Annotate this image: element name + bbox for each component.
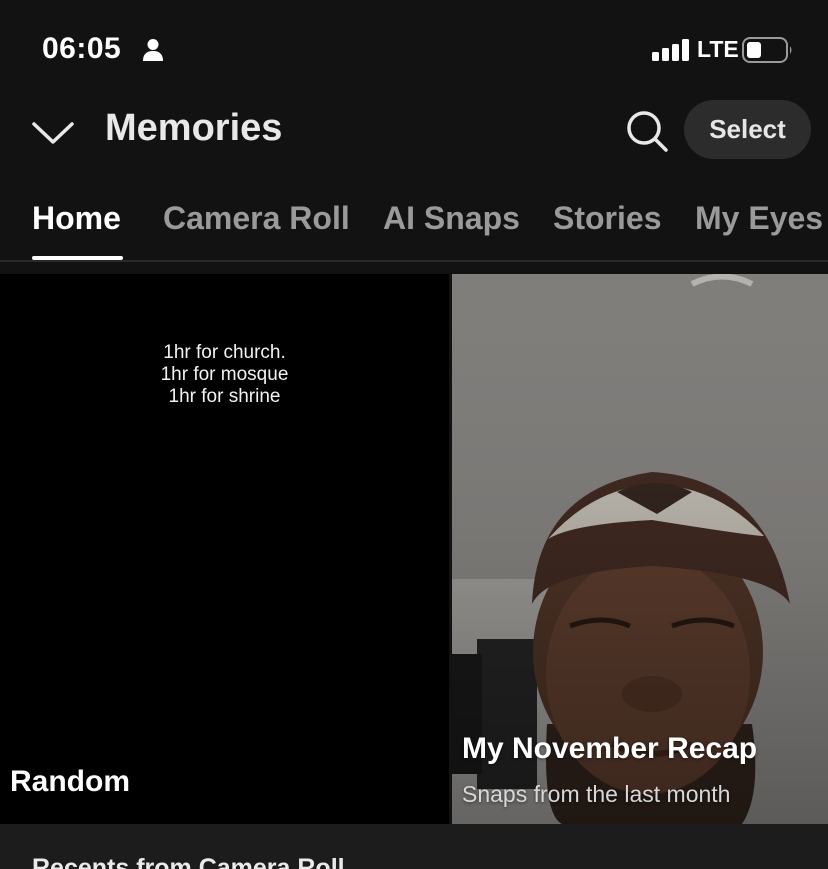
recents-title: Recents from Camera Roll xyxy=(32,854,345,869)
memories-tabs: Home Camera Roll AI Snaps Stories My Eye… xyxy=(0,190,828,262)
random-tile-label: Random xyxy=(10,765,130,798)
chevron-down-icon[interactable] xyxy=(30,112,76,152)
search-icon[interactable] xyxy=(624,108,670,154)
person-icon xyxy=(143,39,163,61)
random-memory-tile[interactable]: 1hr for church. 1hr for mosque 1hr for s… xyxy=(0,274,449,824)
recap-tile-title: My November Recap xyxy=(462,732,758,765)
battery-icon xyxy=(742,37,792,63)
tab-stories[interactable]: Stories xyxy=(553,200,661,237)
tab-home[interactable]: Home xyxy=(32,200,121,237)
status-time: 06:05 xyxy=(42,32,122,65)
snap-caption-line: 1hr for church. xyxy=(163,342,286,363)
snap-caption-line: 1hr for mosque xyxy=(160,364,289,385)
snap-caption: 1hr for church. 1hr for mosque 1hr for s… xyxy=(0,342,449,408)
tab-my-eyes-only[interactable]: My Eyes Only xyxy=(695,200,828,237)
snap-caption-line: 1hr for shrine xyxy=(168,386,281,407)
signal-icon xyxy=(652,39,689,61)
select-button[interactable]: Select xyxy=(684,100,811,159)
network-type: LTE xyxy=(697,36,739,62)
status-bar: 06:05 LTE xyxy=(0,0,828,100)
active-tab-indicator xyxy=(32,256,123,260)
recap-tile-subtitle: Snaps from the last month xyxy=(462,781,731,807)
page-title: Memories xyxy=(105,107,283,149)
tab-ai-snaps[interactable]: AI Snaps xyxy=(383,200,520,237)
tab-camera-roll[interactable]: Camera Roll xyxy=(163,200,350,237)
recents-section: Recents from Camera Roll xyxy=(0,824,828,869)
november-recap-tile[interactable]: My November Recap Snaps from the last mo… xyxy=(452,274,828,824)
